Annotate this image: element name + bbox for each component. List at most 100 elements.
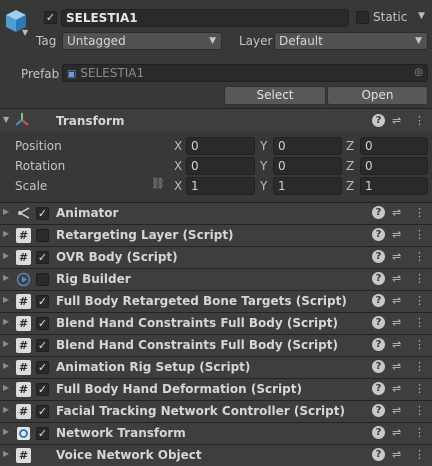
position-y-field[interactable]: 0 [273,137,342,155]
help-icon[interactable]: ? [372,206,385,219]
fold-arrow-icon[interactable]: ▶ [3,383,9,392]
help-icon[interactable]: ? [372,404,385,417]
transform-header[interactable]: ▼ Transform ? ⇌ ⋮ [0,108,432,132]
help-icon[interactable]: ? [372,382,385,395]
prefab-field[interactable]: ▣ SELESTIA1 ◎ [62,64,428,82]
static-checkbox[interactable] [356,11,369,24]
more-menu-icon[interactable]: ⋮ [414,426,425,439]
component-header[interactable]: ▶ # ✓ OVR Body (Script)? ⇌ ⋮ [0,246,432,268]
fold-arrow-icon[interactable]: ▶ [3,427,9,436]
more-menu-icon[interactable]: ⋮ [414,228,425,241]
settings-icon[interactable]: ⇌ [392,294,401,307]
position-y-label: Y [260,139,268,153]
settings-icon[interactable]: ⇌ [392,382,401,395]
component-header[interactable]: ▶ ✓ Network Transform? ⇌ ⋮ [0,422,432,444]
help-icon[interactable]: ? [372,294,385,307]
settings-icon[interactable]: ⇌ [392,272,401,285]
component-header[interactable]: ▶ # Retargeting Layer (Script)? ⇌ ⋮ [0,224,432,246]
position-x-field[interactable]: 0 [186,137,255,155]
position-x-label: X [174,139,183,153]
component-header[interactable]: ▶ # ✓ Full Body Retargeted Bone Targets (Sc… [0,290,432,312]
help-icon[interactable]: ? [372,250,385,263]
settings-icon[interactable]: ⇌ [392,360,401,373]
component-enabled-checkbox[interactable]: ✓ [36,295,49,308]
more-menu-icon[interactable]: ⋮ [414,338,425,351]
help-icon[interactable]: ? [372,360,385,373]
more-menu-icon[interactable]: ⋮ [414,250,425,263]
settings-icon[interactable]: ⇌ [392,228,401,241]
component-enabled-checkbox[interactable]: ✓ [36,427,49,440]
rotation-x-field[interactable]: 0 [186,157,255,175]
component-enabled-checkbox[interactable]: ✓ [36,361,49,374]
constrain-proportions-icon[interactable]: ⛓ [151,177,165,190]
more-menu-icon[interactable]: ⋮ [414,316,425,329]
object-picker-icon[interactable]: ◎ [414,65,423,81]
fold-arrow-icon[interactable]: ▶ [3,317,9,326]
settings-icon[interactable]: ⇌ [392,114,401,127]
fold-arrow-icon[interactable]: ▶ [3,361,9,370]
component-enabled-checkbox[interactable]: ✓ [36,317,49,330]
active-checkbox[interactable]: ✓ [44,11,57,24]
position-z-field[interactable]: 0 [360,137,428,155]
fold-arrow-icon[interactable]: ▶ [3,295,9,304]
more-menu-icon[interactable]: ⋮ [414,114,425,127]
more-menu-icon[interactable]: ⋮ [414,448,425,461]
help-icon[interactable]: ? [372,272,385,285]
component-header[interactable]: ▶ # ✓ Blend Hand Constraints Full Body (Scr… [0,312,432,334]
component-header[interactable]: ▶ # ✓ Blend Hand Constraints Full Body (Scr… [0,334,432,356]
component-enabled-checkbox[interactable] [36,273,49,286]
prefab-select-button[interactable]: Select [224,86,326,105]
scale-x-field[interactable]: 1 [186,177,255,195]
component-header[interactable]: ▶ # ✓ Full Body Hand Deformation (Script)? ⇌… [0,378,432,400]
prefab-open-button[interactable]: Open [327,86,428,105]
component-enabled-checkbox[interactable] [36,229,49,242]
rotation-z-field[interactable]: 0 [360,157,428,175]
more-menu-icon[interactable]: ⋮ [414,382,425,395]
help-icon[interactable]: ? [372,228,385,241]
fold-arrow-icon[interactable]: ▶ [3,229,9,238]
component-enabled-checkbox[interactable]: ✓ [36,383,49,396]
static-dropdown-icon[interactable]: ▼ [418,11,425,21]
settings-icon[interactable]: ⇌ [392,404,401,417]
component-header[interactable]: ▶ Rig Builder? ⇌ ⋮ [0,268,432,290]
settings-icon[interactable]: ⇌ [392,206,401,219]
settings-icon[interactable]: ⇌ [392,338,401,351]
prefab-icon: ▣ [67,69,77,80]
component-header[interactable]: ▶ # ✓ Animation Rig Setup (Script)? ⇌ ⋮ [0,356,432,378]
fold-arrow-icon[interactable]: ▶ [3,251,9,260]
fold-arrow-icon[interactable]: ▶ [3,449,9,458]
component-header[interactable]: ▶ # ✓ Facial Tracking Network Controller (S… [0,400,432,422]
fold-arrow-icon[interactable]: ▶ [3,207,9,216]
component-enabled-checkbox[interactable]: ✓ [36,251,49,264]
scale-y-field[interactable]: 1 [273,177,342,195]
component-header[interactable]: ▶ ✓ Animator? ⇌ ⋮ [0,202,432,224]
more-menu-icon[interactable]: ⋮ [414,206,425,219]
settings-icon[interactable]: ⇌ [392,448,401,461]
settings-icon[interactable]: ⇌ [392,316,401,329]
fold-arrow-icon[interactable]: ▶ [3,273,9,282]
more-menu-icon[interactable]: ⋮ [414,272,425,285]
icon-dropdown-arrow[interactable]: ▼ [22,28,28,37]
settings-icon[interactable]: ⇌ [392,250,401,263]
help-icon[interactable]: ? [372,448,385,461]
tag-dropdown[interactable]: Untagged ▼ [62,32,222,50]
component-enabled-checkbox[interactable]: ✓ [36,207,49,220]
layer-dropdown[interactable]: Default ▼ [274,32,428,50]
help-icon[interactable]: ? [372,338,385,351]
help-icon[interactable]: ? [372,426,385,439]
more-menu-icon[interactable]: ⋮ [414,294,425,307]
help-icon[interactable]: ? [372,114,385,127]
more-menu-icon[interactable]: ⋮ [414,404,425,417]
component-name: Retargeting Layer (Script) [56,228,234,242]
object-name-field[interactable]: SELESTIA1 [61,9,349,27]
scale-z-field[interactable]: 1 [360,177,428,195]
component-enabled-checkbox[interactable]: ✓ [36,405,49,418]
fold-arrow-icon[interactable]: ▼ [3,115,9,124]
fold-arrow-icon[interactable]: ▶ [3,339,9,348]
fold-arrow-icon[interactable]: ▶ [3,405,9,414]
more-menu-icon[interactable]: ⋮ [414,360,425,373]
settings-icon[interactable]: ⇌ [392,426,401,439]
rotation-y-field[interactable]: 0 [273,157,342,175]
help-icon[interactable]: ? [372,316,385,329]
component-enabled-checkbox[interactable]: ✓ [36,339,49,352]
